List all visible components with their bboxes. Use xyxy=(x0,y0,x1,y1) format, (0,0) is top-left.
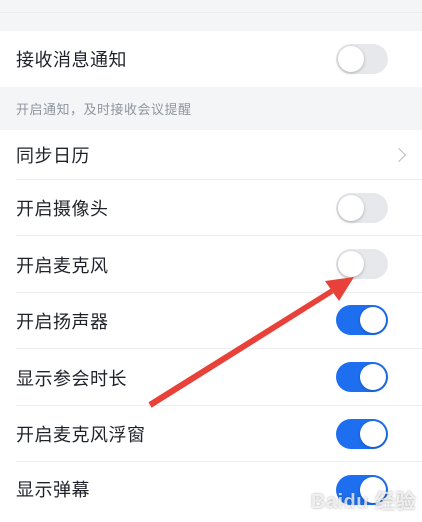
microphone-label: 开启麦克风 xyxy=(16,255,109,277)
mic-floating-label: 开启麦克风浮窗 xyxy=(16,425,146,446)
setting-row-mic-floating-window: 开启麦克风浮窗 xyxy=(0,406,422,462)
setting-row-speaker: 开启扬声器 xyxy=(0,293,422,349)
setting-row-receive-notifications: 接收消息通知 xyxy=(0,31,422,87)
show-duration-toggle[interactable] xyxy=(336,362,388,392)
toggle-knob xyxy=(360,421,386,447)
toggle-knob xyxy=(338,195,364,221)
notification-hint-section: 开启通知，及时接收会议提醒 xyxy=(0,87,422,130)
speaker-toggle[interactable] xyxy=(336,305,388,335)
notification-hint-text: 开启通知，及时接收会议提醒 xyxy=(16,103,192,118)
top-spacer xyxy=(0,0,422,13)
show-duration-label: 显示参会时长 xyxy=(16,368,127,390)
meeting-settings-screen: 接收消息通知 开启通知，及时接收会议提醒 同步日历 开启摄像头 开启麦克风 开启… xyxy=(0,0,422,522)
microphone-toggle[interactable] xyxy=(336,249,388,279)
camera-label: 开启摄像头 xyxy=(16,199,109,220)
receive-notifications-label: 接收消息通知 xyxy=(16,50,127,71)
toggle-knob xyxy=(360,307,386,333)
sync-calendar-label: 同步日历 xyxy=(16,146,90,167)
chevron-right-icon xyxy=(391,147,407,163)
toggle-knob xyxy=(338,46,364,72)
toggle-knob xyxy=(360,364,386,390)
setting-row-microphone: 开启麦克风 xyxy=(0,236,422,293)
receive-notifications-toggle[interactable] xyxy=(336,44,388,74)
setting-row-camera: 开启摄像头 xyxy=(0,180,422,236)
camera-toggle[interactable] xyxy=(336,193,388,223)
baidu-watermark: Baidu 经验 xyxy=(310,491,416,513)
mic-floating-toggle[interactable] xyxy=(336,419,388,449)
speaker-label: 开启扬声器 xyxy=(16,312,109,333)
setting-row-show-duration: 显示参会时长 xyxy=(0,349,422,406)
setting-row-sync-calendar[interactable]: 同步日历 xyxy=(0,130,422,180)
toggle-knob xyxy=(338,251,364,277)
show-danmaku-label: 显示弹幕 xyxy=(16,480,90,501)
